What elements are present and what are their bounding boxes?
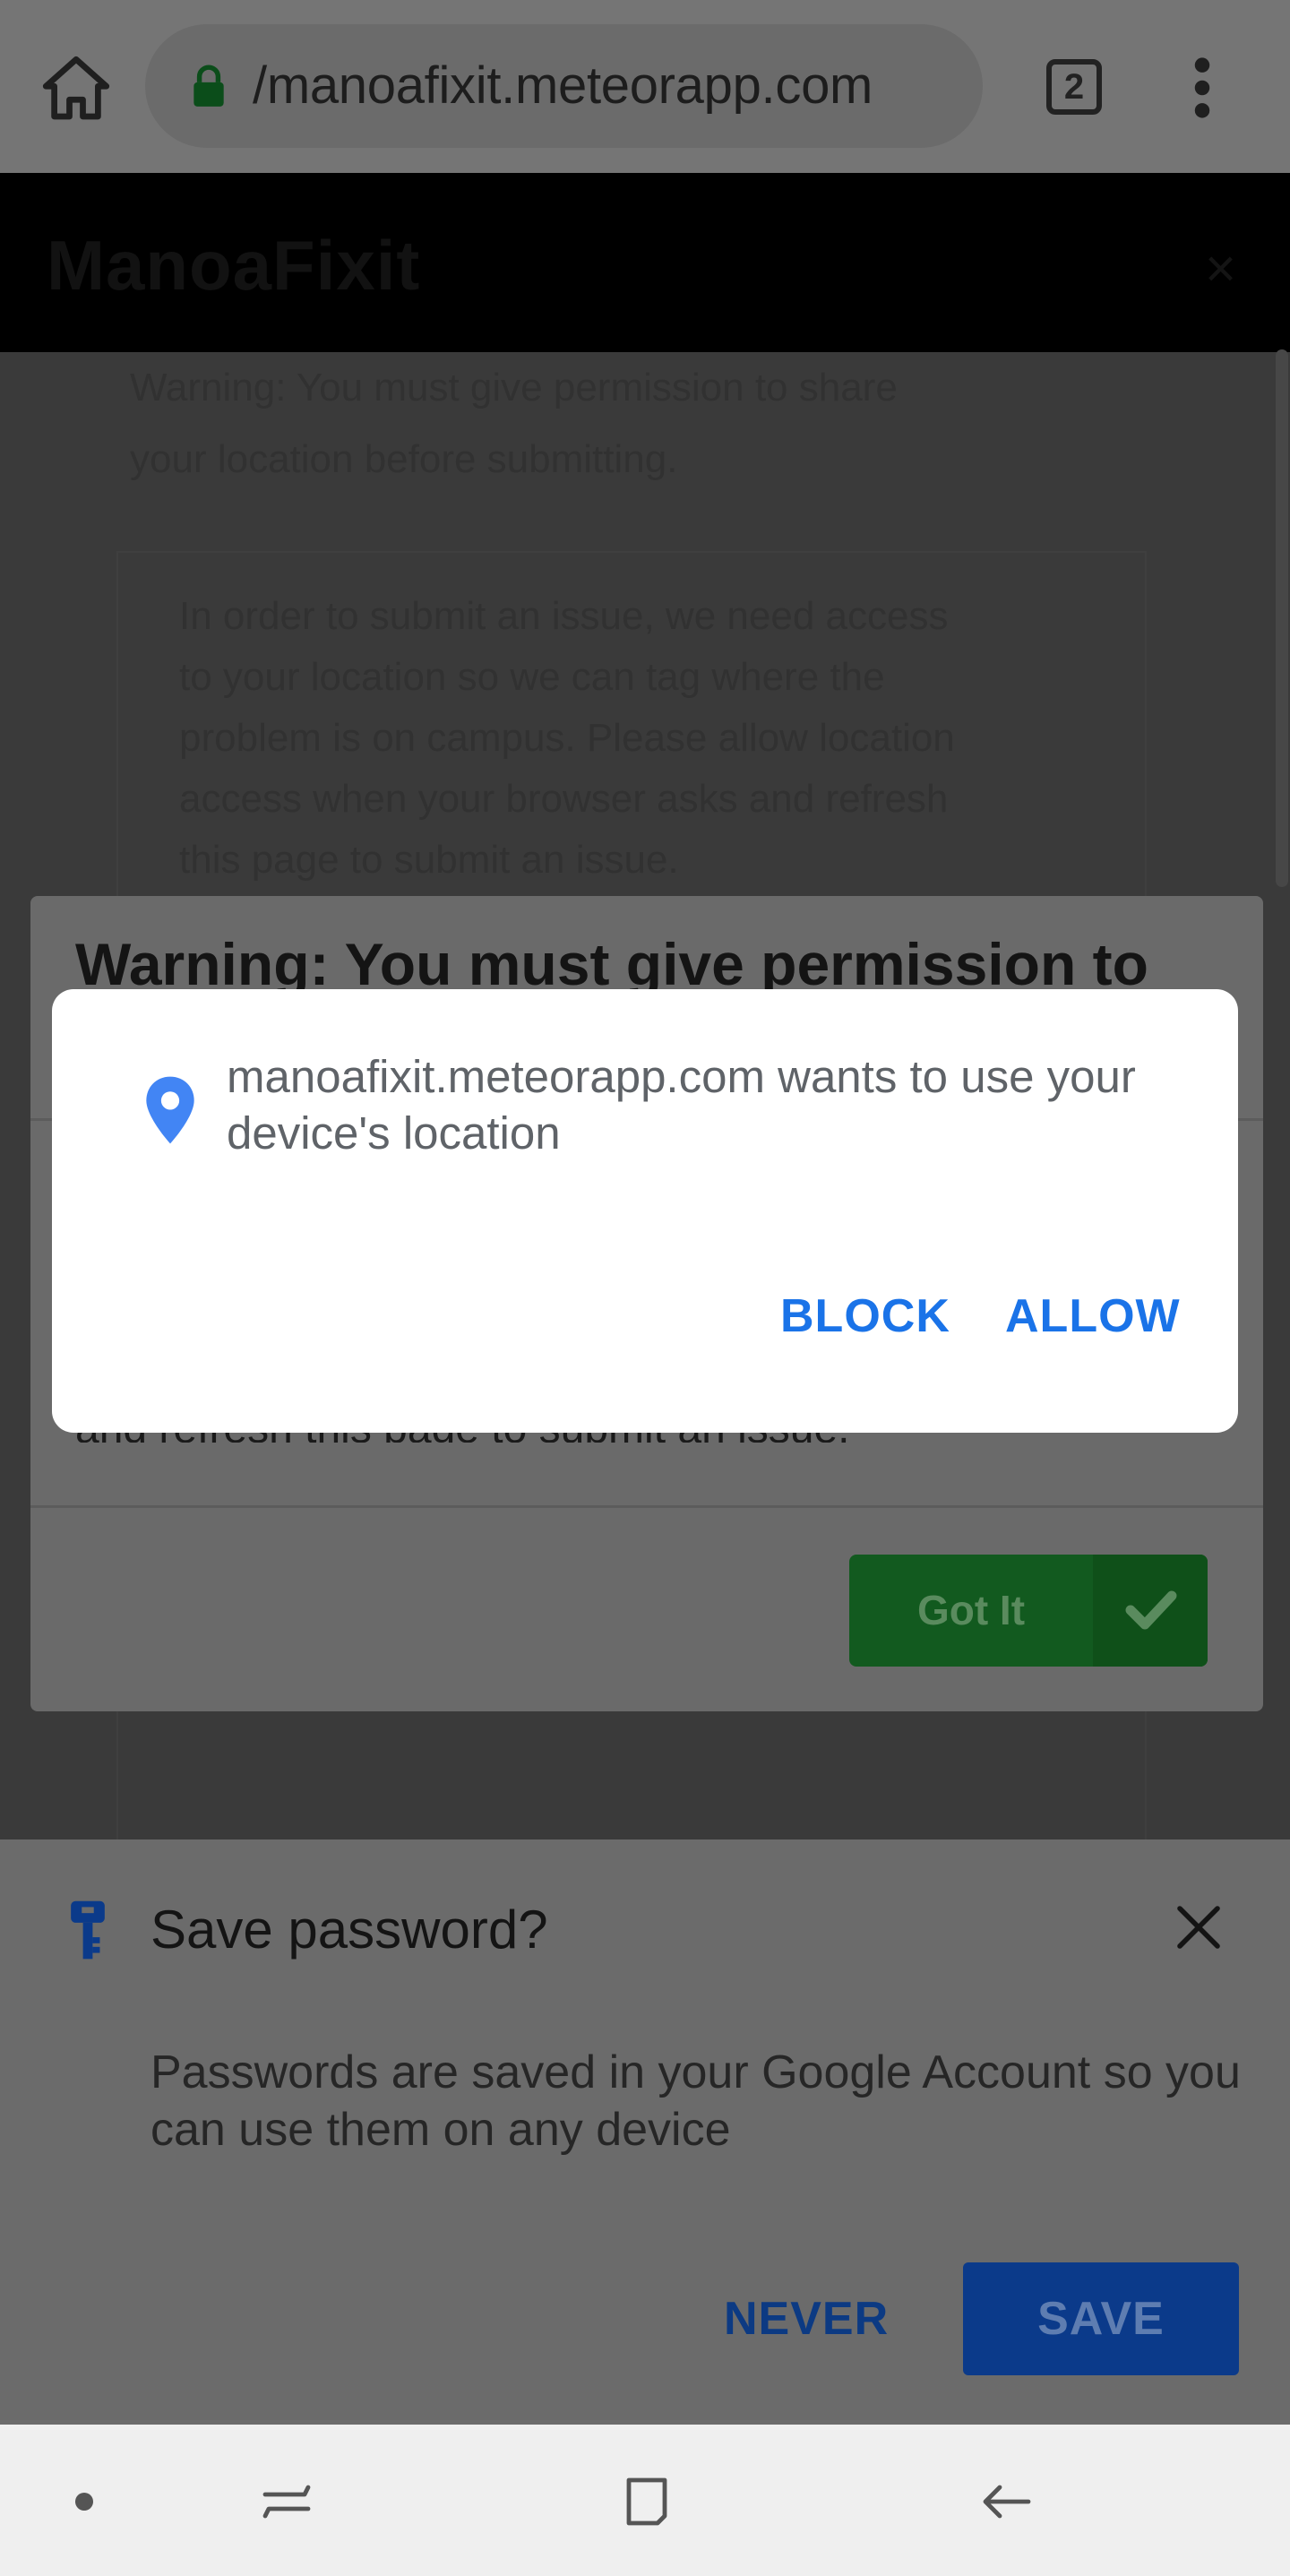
bg-warning-line-1: Warning: You must give permission to sha… bbox=[130, 366, 898, 409]
system-nav-bar bbox=[0, 2425, 1290, 2576]
back-icon[interactable] bbox=[978, 2473, 1036, 2530]
lock-icon bbox=[194, 65, 224, 107]
browser-toolbar: /manoafixit.meteorapp.com 2 bbox=[0, 0, 1290, 173]
close-icon[interactable] bbox=[1174, 1902, 1224, 1952]
warning-title: Warning: You must give permission to bbox=[75, 931, 1148, 997]
page-scrollbar[interactable] bbox=[1276, 349, 1288, 887]
bg-box-line-3: problem is on campus. Please allow locat… bbox=[179, 716, 955, 760]
address-bar[interactable]: /manoafixit.meteorapp.com bbox=[145, 24, 983, 148]
permission-message: manoafixit.meteorapp.com wants to use yo… bbox=[227, 1051, 1136, 1159]
location-permission-dialog: manoafixit.meteorapp.com wants to use yo… bbox=[52, 989, 1238, 1433]
save-button[interactable]: SAVE bbox=[963, 2262, 1239, 2375]
more-vert-icon[interactable] bbox=[1187, 54, 1217, 122]
nav-dot-icon[interactable] bbox=[75, 2493, 93, 2511]
screen: /manoafixit.meteorapp.com 2 ManoaFixit ×… bbox=[0, 0, 1290, 2576]
block-button[interactable]: BLOCK bbox=[780, 1289, 950, 1343]
bg-box-line-4: access when your browser asks and refres… bbox=[179, 777, 949, 821]
bg-warning-line-2: your location before submitting. bbox=[130, 437, 678, 481]
recent-apps-icon[interactable] bbox=[258, 2473, 315, 2530]
location-pin-icon bbox=[146, 1076, 194, 1144]
key-icon bbox=[71, 1900, 105, 1960]
allow-button[interactable]: ALLOW bbox=[1005, 1289, 1181, 1343]
tab-switcher-icon[interactable]: 2 bbox=[1046, 59, 1102, 115]
checkmark-icon bbox=[1093, 1555, 1208, 1667]
home-icon[interactable] bbox=[36, 49, 116, 130]
site-title: ManoaFixit bbox=[47, 226, 421, 305]
bg-box-line-1: In order to submit an issue, we need acc… bbox=[179, 594, 949, 638]
site-close-icon: × bbox=[1204, 238, 1236, 298]
save-password-infobar: Save password? Passwords are saved in yo… bbox=[0, 1839, 1290, 2425]
save-password-description: Passwords are saved in your Google Accou… bbox=[150, 2046, 1241, 2156]
bg-box-line-2: to your location so we can tag where the bbox=[179, 655, 885, 699]
never-button[interactable]: NEVER bbox=[724, 2292, 889, 2346]
got-it-label: Got It bbox=[916, 1587, 1026, 1633]
got-it-button[interactable]: Got It bbox=[849, 1555, 1208, 1667]
site-header: ManoaFixit × bbox=[0, 173, 1290, 352]
home-button-icon[interactable] bbox=[618, 2473, 675, 2530]
warning-footer-divider bbox=[30, 1505, 1263, 1508]
url-text: /manoafixit.meteorapp.com bbox=[253, 56, 873, 115]
bg-box-line-5: this page to submit an issue. bbox=[179, 838, 679, 882]
save-password-title: Save password? bbox=[150, 1900, 548, 1960]
